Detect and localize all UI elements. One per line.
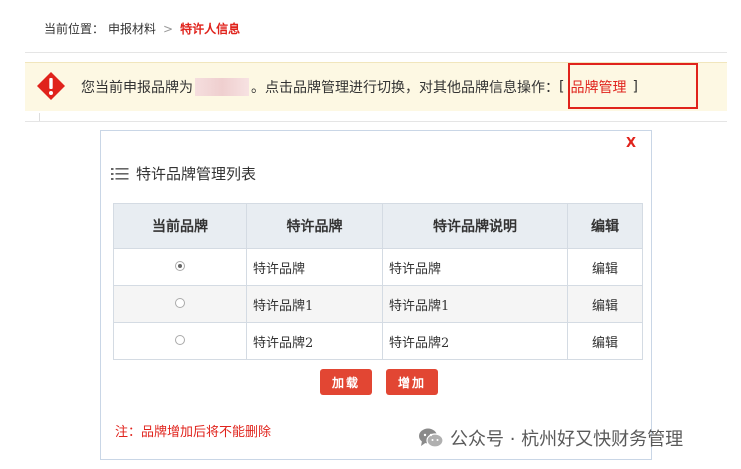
breadcrumb-label: 当前位置： [44,22,105,36]
add-button[interactable]: 增加 [386,369,438,395]
brand-radio[interactable] [175,297,185,308]
notice-text: 您当前申报品牌为 。点击品牌管理进行切换，对其他品牌信息操作： [ 品牌管理 ] [81,77,638,97]
brand-description-cell: 特许品牌1 [382,285,568,323]
column-header-edit: 编辑 [567,203,643,249]
modal-title: 特许品牌管理列表 [136,165,257,183]
brand-cell: 特许品牌2 [246,322,383,360]
brand-description-cell: 特许品牌2 [382,322,568,360]
breadcrumb: 当前位置： 申报材料 > 特许人信息 [44,20,240,37]
notice-bracket-open: [ [559,79,565,95]
current-brand-cell [113,285,247,323]
column-header-brand: 特许品牌 [246,203,383,249]
current-brand-cell [113,248,247,286]
brand-radio-selected[interactable] [175,260,185,271]
table-row: 特许品牌 特许品牌 编辑 [113,248,643,286]
breadcrumb-bar: 当前位置： 申报材料 > 特许人信息 [25,0,727,53]
column-header-current-brand: 当前品牌 [113,203,247,249]
table-row: 特许品牌2 特许品牌2 编辑 [113,322,643,360]
breadcrumb-parent[interactable]: 申报材料 [108,20,156,37]
current-brand-cell [113,322,247,360]
table-header-row: 当前品牌 特许品牌 特许品牌说明 编辑 [113,203,643,249]
edit-link[interactable]: 编辑 [567,248,643,286]
brand-cell: 特许品牌 [246,248,383,286]
redacted-brand-name [195,78,249,96]
column-header-brand-description: 特许品牌说明 [382,203,568,249]
breadcrumb-current: 特许人信息 [180,22,241,36]
delete-warning-note: 注：品牌增加后将不能删除 [115,425,272,440]
table-row: 特许品牌1 特许品牌1 编辑 [113,285,643,323]
brand-description-cell: 特许品牌 [382,248,568,286]
brand-management-modal: X 特许品牌管理列表 当前品牌 特许品牌 特许品牌说明 编辑 特许品牌 特许品牌 [100,130,652,460]
watermark-text: 公众号 · 杭州好又快财务管理 [450,429,684,450]
edit-link[interactable]: 编辑 [567,285,643,323]
notice-text-after: 。点击品牌管理进行切换，对其他品牌信息操作： [251,80,559,96]
brand-table: 当前品牌 特许品牌 特许品牌说明 编辑 特许品牌 特许品牌 编辑 特许品牌1 特… [113,203,643,360]
brand-notice: 您当前申报品牌为 。点击品牌管理进行切换，对其他品牌信息操作： [ 品牌管理 ] [25,62,727,112]
content-strip [25,111,727,122]
brand-cell: 特许品牌1 [246,285,383,323]
notice-text-before: 您当前申报品牌为 [81,80,193,96]
modal-header: 特许品牌管理列表 [111,163,256,184]
close-icon[interactable]: X [626,136,636,151]
warning-diamond-icon [37,72,65,100]
brand-radio[interactable] [175,334,185,345]
breadcrumb-separator: > [163,21,174,36]
highlight-box [568,63,698,109]
watermark: 公众号 · 杭州好又快财务管理 [418,425,683,451]
load-button[interactable]: 加载 [320,369,372,395]
list-icon [111,167,129,180]
wechat-icon [419,428,444,448]
edit-link[interactable]: 编辑 [567,322,643,360]
